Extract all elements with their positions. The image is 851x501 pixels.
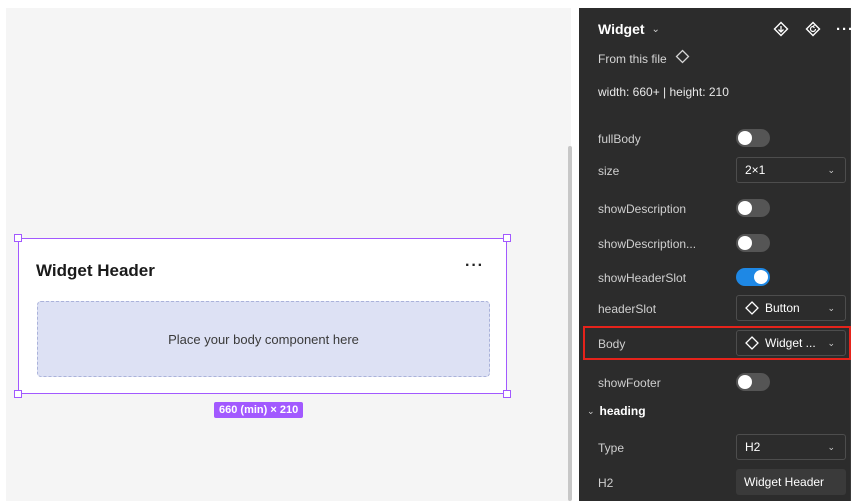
chevron-down-icon: ⌄	[827, 164, 835, 175]
widget-component[interactable]: Widget Header ··· Place your body compon…	[19, 239, 506, 393]
select-size-value: 2×1	[745, 163, 766, 177]
resize-handle-top-right[interactable]	[503, 234, 511, 242]
widget-header-title: Widget Header	[36, 261, 155, 280]
toggle-knob	[738, 201, 752, 215]
toggle-showdescription[interactable]	[736, 199, 770, 217]
select-type-value: H2	[745, 440, 761, 454]
prop-row-showfooter: showFooter	[598, 369, 851, 397]
canvas-scrollbar[interactable]	[568, 146, 572, 501]
properties-panel: Widget ⌄ ··· From this file	[579, 8, 851, 501]
widget-selection-frame[interactable]: Widget Header ··· Place your body compon…	[14, 234, 511, 398]
component-name[interactable]: Widget	[598, 21, 645, 37]
app-root: Widget Header ··· Place your body compon…	[0, 0, 851, 501]
select-headerslot[interactable]: Button ⌄	[736, 295, 846, 321]
source-label: From this file	[598, 52, 667, 66]
prop-label-h2: H2	[598, 476, 614, 490]
component-swap-icon[interactable]	[772, 20, 790, 38]
size-badge: 660 (min) × 210	[214, 402, 304, 418]
prop-label-headerslot: headerSlot	[598, 302, 657, 316]
body-row-highlight	[583, 326, 851, 360]
more-icon[interactable]: ···	[836, 21, 851, 38]
select-type[interactable]: H2 ⌄	[736, 434, 846, 460]
prop-label-type: Type	[598, 441, 625, 455]
dimensions-text: width: 660+ | height: 210	[598, 85, 729, 99]
toggle-knob	[738, 236, 752, 250]
prop-row-type: Type H2 ⌄	[598, 434, 851, 462]
toggle-showheaderslot[interactable]	[736, 268, 770, 286]
prop-row-showdescription-2: showDescription...	[598, 230, 851, 258]
source-row: From this file	[598, 49, 690, 69]
prop-row-h2: H2 Widget Header	[598, 469, 851, 497]
chevron-down-icon[interactable]: ⌄	[652, 24, 660, 35]
ellipsis-icon[interactable]: ···	[465, 257, 484, 275]
h2-text-field[interactable]: Widget Header	[736, 469, 846, 495]
prop-label-showfooter: showFooter	[598, 376, 661, 390]
prop-row-headerslot: headerSlot Button ⌄	[598, 295, 851, 323]
prop-label-fullbody: fullBody	[598, 132, 641, 146]
prop-row-size: size 2×1 ⌄	[598, 157, 851, 185]
toggle-fullbody[interactable]	[736, 129, 770, 147]
prop-label-showheaderslot: showHeaderSlot	[598, 271, 687, 285]
prop-label-showdescription: showDescription	[598, 202, 687, 216]
component-diamond-icon	[745, 301, 759, 315]
resize-handle-top-left[interactable]	[14, 234, 22, 242]
prop-label-showdescription-2: showDescription...	[598, 237, 697, 251]
toggle-knob	[738, 131, 752, 145]
prop-row-showheaderslot: showHeaderSlot	[598, 264, 851, 292]
widget-body-placeholder[interactable]: Place your body component here	[37, 301, 490, 377]
toggle-knob	[738, 375, 752, 389]
resize-handle-bottom-right[interactable]	[503, 390, 511, 398]
prop-row-showdescription: showDescription	[598, 195, 851, 223]
component-diamond-icon[interactable]	[675, 49, 690, 69]
prop-label-size: size	[598, 164, 620, 178]
reset-component-icon[interactable]	[804, 20, 822, 38]
resize-handle-bottom-left[interactable]	[14, 390, 22, 398]
select-headerslot-value: Button	[765, 301, 800, 315]
header-icons: ···	[772, 20, 851, 38]
toggle-showdescription-2[interactable]	[736, 234, 770, 252]
panel-header[interactable]: Widget ⌄	[598, 21, 660, 37]
toggle-showfooter[interactable]	[736, 373, 770, 391]
chevron-down-icon[interactable]: ⌄	[587, 406, 595, 417]
toggle-knob	[754, 270, 768, 284]
select-size[interactable]: 2×1 ⌄	[736, 157, 846, 183]
chevron-down-icon: ⌄	[827, 302, 835, 313]
prop-row-fullbody: fullBody	[598, 125, 851, 153]
section-heading-label: heading	[599, 404, 646, 418]
chevron-down-icon: ⌄	[827, 441, 835, 452]
section-heading[interactable]: ⌄ heading	[587, 404, 646, 418]
